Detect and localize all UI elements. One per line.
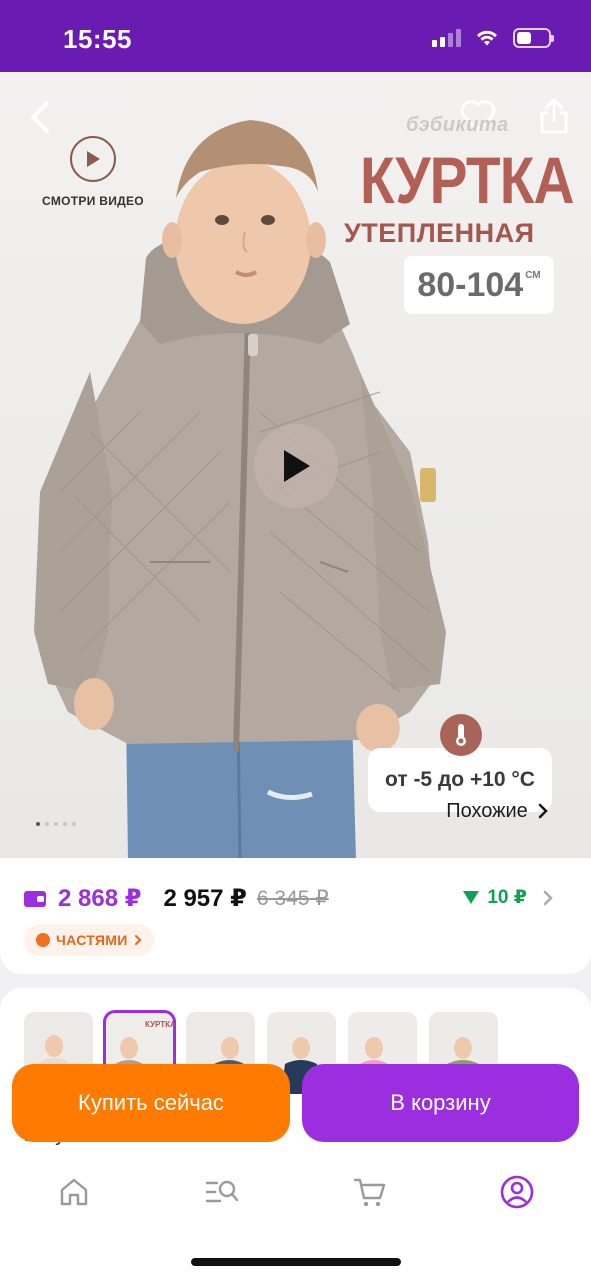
status-icons [432,28,554,48]
price-row: 2 868 ₽ 2 957 ₽ 6 345 ₽ [24,884,329,913]
cart-icon [353,1178,386,1207]
share-button[interactable] [532,92,576,140]
similar-label: Похожие [446,799,528,822]
wallet-icon [24,890,46,907]
home-icon [60,1178,88,1206]
play-video-button[interactable] [254,424,338,508]
current-price: 2 957 ₽ [163,885,247,912]
share-icon [540,98,568,134]
pagination-dot [72,822,76,826]
price-card: 2 868 ₽ 2 957 ₽ 6 345 ₽ 10 ₽ ЧАСТЯМИ [0,858,591,974]
tab-catalog[interactable] [202,1172,242,1212]
size-range: 80-104 [417,265,524,304]
chevron-right-icon [543,890,553,905]
tab-profile[interactable] [497,1172,537,1212]
pie-chart-icon [36,933,50,947]
similar-products-button[interactable]: Похожие [422,790,572,832]
bonus-points[interactable]: 10 ₽ [463,886,553,909]
chevron-right-icon [538,803,548,819]
chevron-left-icon [31,101,49,133]
bonus-value: 10 ₽ [487,887,527,908]
add-to-cart-button[interactable]: В корзину [302,1064,579,1142]
battery-icon [513,28,554,48]
signal-icon [432,29,461,47]
watch-video-label: СМОТРИ ВИДЕО [42,194,144,208]
catalog-search-icon [205,1180,239,1203]
pagination-dot [36,822,40,826]
status-bar: 15:55 [0,0,591,72]
home-indicator [191,1258,401,1266]
thumbnail-caption: КУРТКА [145,1020,174,1029]
card-price: 2 868 ₽ [58,885,142,912]
wifi-icon [477,30,497,46]
brand-watermark: бэбикита [406,114,509,136]
installments-label: ЧАСТЯМИ [56,932,128,948]
tab-cart[interactable] [350,1172,390,1212]
installments-badge[interactable]: ЧАСТЯМИ [24,924,154,956]
size-range-badge: 80-104 СМ [404,256,554,314]
buy-now-button[interactable]: Купить сейчас [12,1064,290,1142]
gallery-pagination [36,822,76,826]
size-unit: СМ [525,270,541,281]
old-price: 6 345 ₽ [256,887,329,910]
product-banner-title: КУРТКА [360,143,574,217]
watch-video-button[interactable]: СМОТРИ ВИДЕО [40,136,146,208]
pagination-dot [63,822,67,826]
product-page: 15:55 СМОТРИ ВИДЕО бэбикита КУРТКА УТЕПЛ… [0,0,591,1280]
status-time: 15:55 [63,24,132,54]
tab-home[interactable] [54,1172,94,1212]
bonus-arrow-icon [463,891,480,904]
chevron-right-icon [134,935,142,945]
profile-icon [500,1175,534,1209]
play-circle-icon [70,136,116,182]
pagination-dot [45,822,49,826]
product-gallery[interactable]: СМОТРИ ВИДЕО бэбикита КУРТКА УТЕПЛЕННАЯ … [0,72,591,860]
back-button[interactable] [20,97,60,137]
pagination-dot [54,822,58,826]
play-icon [284,450,310,482]
product-banner-subtitle: УТЕПЛЕННАЯ [344,218,535,248]
thermometer-icon [440,714,482,756]
